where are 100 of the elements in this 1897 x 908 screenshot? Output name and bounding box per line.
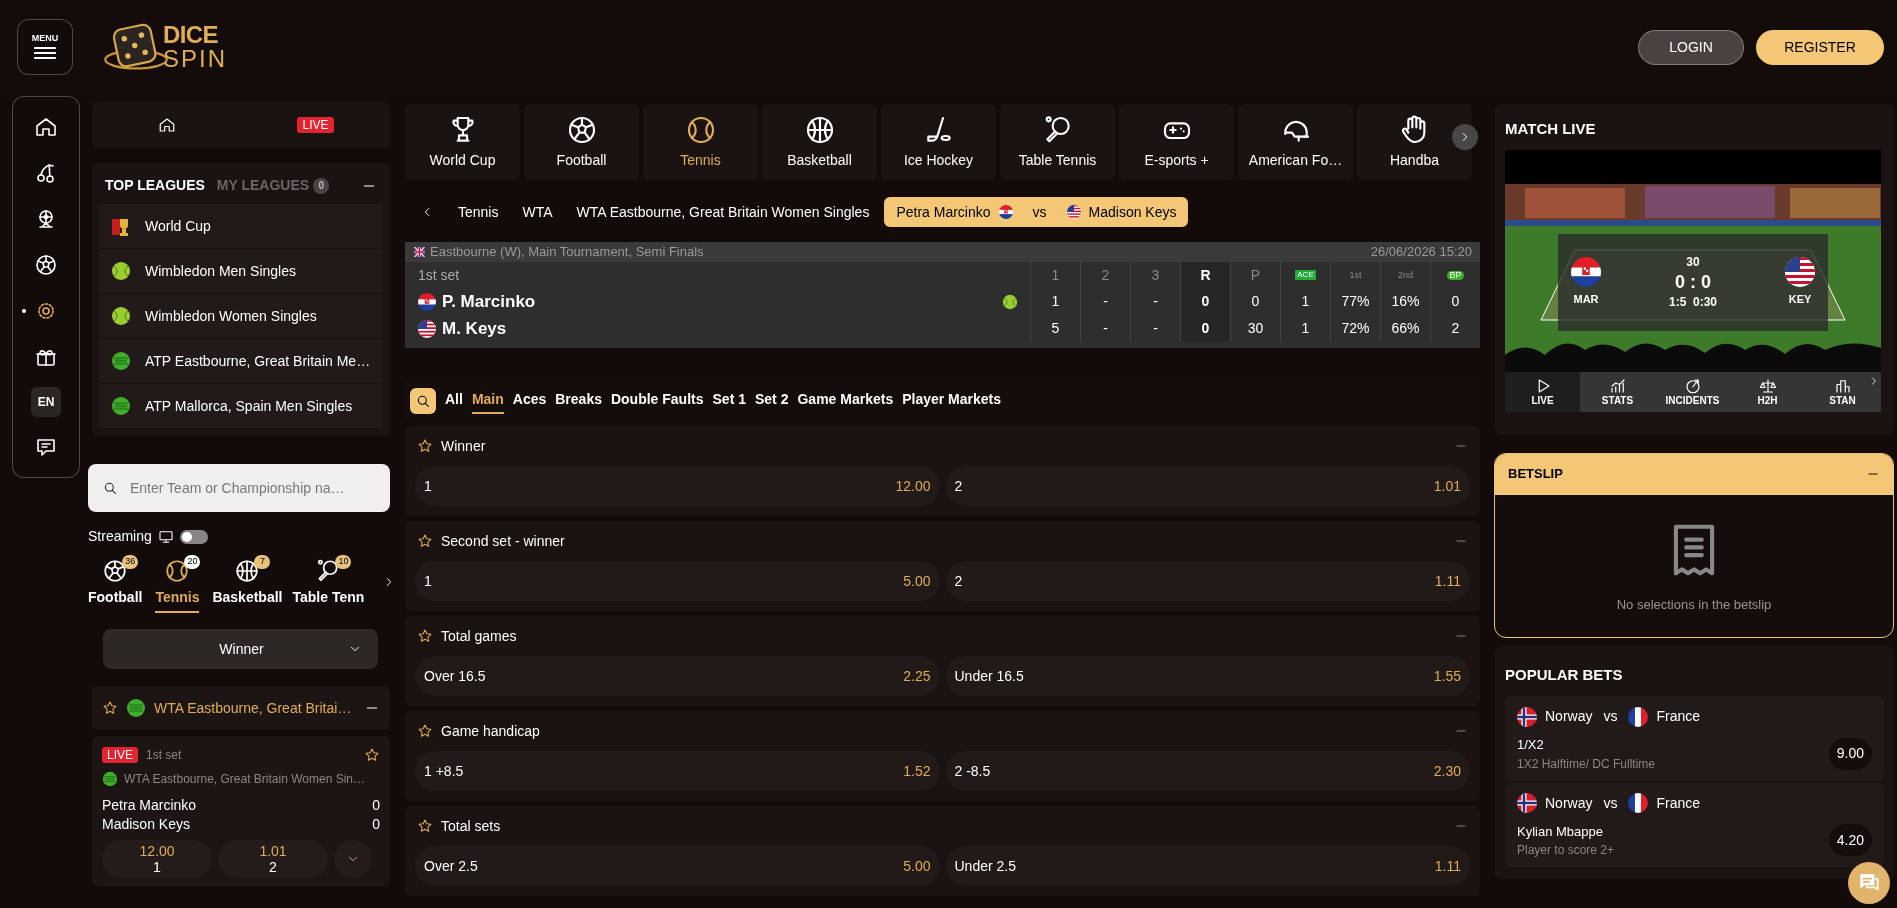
score: 0: [372, 815, 380, 834]
sport-nav-item[interactable]: E-sports +: [1119, 104, 1234, 180]
star-icon[interactable]: [417, 723, 433, 739]
odds-button[interactable]: 2 1.01: [945, 466, 1470, 506]
sport-tab[interactable]: 36 Football: [88, 555, 143, 613]
star-icon[interactable]: [417, 628, 433, 644]
live-tab[interactable]: LIVE: [297, 117, 334, 133]
odds-button[interactable]: 12.00 1: [102, 840, 212, 878]
odds-button[interactable]: Over 16.5 2.25: [415, 656, 940, 696]
odds-button[interactable]: 1 +8.5 1.52: [415, 751, 940, 791]
sport-nav-item[interactable]: American Fo…: [1238, 104, 1353, 180]
market-tab[interactable]: Double Faults: [610, 388, 704, 414]
tracker-tab[interactable]: STAN: [1805, 371, 1880, 412]
odds-button[interactable]: Over 2.5 5.00: [415, 846, 940, 886]
column-heading: 1: [1051, 265, 1060, 285]
search-button[interactable]: [410, 388, 436, 414]
league-item[interactable]: ATP Mallorca, Spain Men Singles: [99, 384, 383, 428]
odds-button[interactable]: 9.00: [1828, 737, 1872, 770]
sport-nav-item[interactable]: World Cup: [405, 104, 520, 180]
tracker-tab[interactable]: H2H: [1730, 371, 1805, 412]
logo[interactable]: DICE SPIN: [103, 19, 227, 75]
star-icon[interactable]: [102, 700, 118, 716]
star-icon[interactable]: [364, 747, 380, 763]
odds-button[interactable]: 2 1.11: [945, 561, 1470, 601]
market-tab[interactable]: Player Markets: [902, 388, 1001, 414]
selection-name: 1X2 Halftime/ DC Fulltime: [1517, 755, 1657, 773]
chat-button[interactable]: [1848, 862, 1890, 904]
odds-button[interactable]: 2 -8.5 2.30: [945, 751, 1470, 791]
score-cell-text: 77%: [1341, 292, 1370, 311]
breadcrumb-link[interactable]: WTA Eastbourne, Great Britain Women Singles: [576, 201, 870, 223]
tracker-tab[interactable]: STATS: [1580, 371, 1655, 412]
odds-button[interactable]: 1 5.00: [415, 561, 940, 601]
selection-name: Player to score 2+: [1517, 842, 1616, 859]
column-heading: BP: [1447, 270, 1464, 280]
score-cell-text: 5: [1051, 319, 1060, 338]
league-item[interactable]: ATP Eastbourne, Great Britain Me…: [99, 339, 383, 383]
market-tab[interactable]: Main: [471, 388, 504, 414]
odds-button[interactable]: 4.20: [1828, 824, 1872, 857]
score-cell-text: 2: [1451, 319, 1460, 338]
market-dropdown[interactable]: Winner: [103, 629, 378, 669]
score-cell-text: 1: [1301, 292, 1310, 311]
odds-button[interactable]: Under 16.5 1.55: [945, 656, 1470, 696]
bet-card[interactable]: Norway vs France Kylian Mbappe Player to score 2+ 4.20: [1505, 782, 1884, 867]
scroll-button[interactable]: [1452, 124, 1478, 150]
league-item[interactable]: World Cup: [99, 204, 383, 248]
vs-label: vs: [1603, 793, 1618, 813]
flag-icon: [418, 319, 436, 338]
breadcrumb-current[interactable]: Petra Marcinko vs Madison Keys: [884, 197, 1189, 227]
tracker-tab[interactable]: INCIDENTS: [1655, 371, 1730, 412]
column-heading: 2nd: [1398, 270, 1413, 280]
star-icon[interactable]: [417, 533, 433, 549]
league-tab[interactable]: MY LEAGUES 0: [216, 175, 330, 196]
league-header[interactable]: WTA Eastbourne, Great Britai…: [92, 686, 390, 730]
search-field[interactable]: Enter Team or Championship na…: [88, 464, 390, 512]
odds-button[interactable]: 1.01 2: [218, 840, 328, 878]
breadcrumb-link[interactable]: Tennis: [458, 201, 499, 223]
monitor-icon: [157, 528, 174, 545]
sport-nav-item[interactable]: Handba: [1357, 104, 1472, 180]
bet-card[interactable]: Norway vs France 1/X2 1X2 Halftime/ DC Fulltime 9.00: [1505, 696, 1884, 781]
sport-tab[interactable]: 20 Tennis: [152, 555, 203, 613]
team-code: KEY: [1788, 291, 1812, 307]
league-item[interactable]: Wimbledon Women Singles: [99, 294, 383, 338]
sport-nav-item[interactable]: Basketball: [762, 104, 877, 180]
odds-button[interactable]: 1 12.00: [415, 466, 940, 506]
login-button[interactable]: LOGIN: [1638, 29, 1744, 65]
flag-icon: [1517, 706, 1537, 727]
menu-button[interactable]: MENU: [17, 19, 73, 75]
streaming-toggle[interactable]: [179, 529, 208, 544]
soccer-ball-icon[interactable]: [34, 253, 58, 277]
register-button[interactable]: REGISTER: [1756, 29, 1884, 65]
match-card[interactable]: LIVE 1st set WTA Eastbourne, Great Britain Women Sin… Petra Marcinko 0 Madison Keys 0 12.00 1 1.01 2: [92, 736, 390, 886]
sport-nav-item[interactable]: Table Tennis: [1000, 104, 1115, 180]
tracker-tab[interactable]: LIVE: [1505, 371, 1580, 412]
market-tab[interactable]: Game Markets: [797, 388, 894, 414]
market-tab[interactable]: All: [445, 388, 463, 414]
team-name: France: [1656, 793, 1701, 813]
flag-icon: [1517, 793, 1537, 813]
market-tab[interactable]: Aces: [512, 388, 547, 414]
count-badge: 0: [313, 177, 330, 194]
sport-tab[interactable]: 7 Basketball: [212, 555, 283, 613]
league-tab[interactable]: TOP LEAGUES: [105, 175, 205, 196]
team-code: MAR: [1573, 291, 1599, 307]
market-tab[interactable]: Set 1: [712, 388, 746, 414]
column-heading: 3: [1151, 265, 1160, 285]
home-icon[interactable]: [34, 115, 58, 139]
market-tab[interactable]: Set 2: [755, 388, 789, 414]
match-datetime: 26/06/2026 15:20: [1370, 243, 1472, 262]
breadcrumb-link[interactable]: WTA: [522, 201, 553, 223]
sport-nav-item[interactable]: Ice Hockey: [881, 104, 996, 180]
sport-tab[interactable]: 10 Table Tenn: [292, 555, 365, 613]
star-icon[interactable]: [417, 438, 433, 454]
star-icon[interactable]: [417, 818, 433, 834]
search-icon: [102, 480, 118, 496]
market-tab[interactable]: Breaks: [555, 388, 602, 414]
odds-button[interactable]: Under 2.5 1.11: [945, 846, 1470, 886]
sport-nav-item[interactable]: Tennis: [643, 104, 758, 180]
league-item[interactable]: Wimbledon Men Singles: [99, 249, 383, 293]
sport-nav-item[interactable]: Football: [524, 104, 639, 180]
home-icon[interactable]: [157, 116, 176, 134]
language-button[interactable]: EN: [31, 387, 61, 417]
